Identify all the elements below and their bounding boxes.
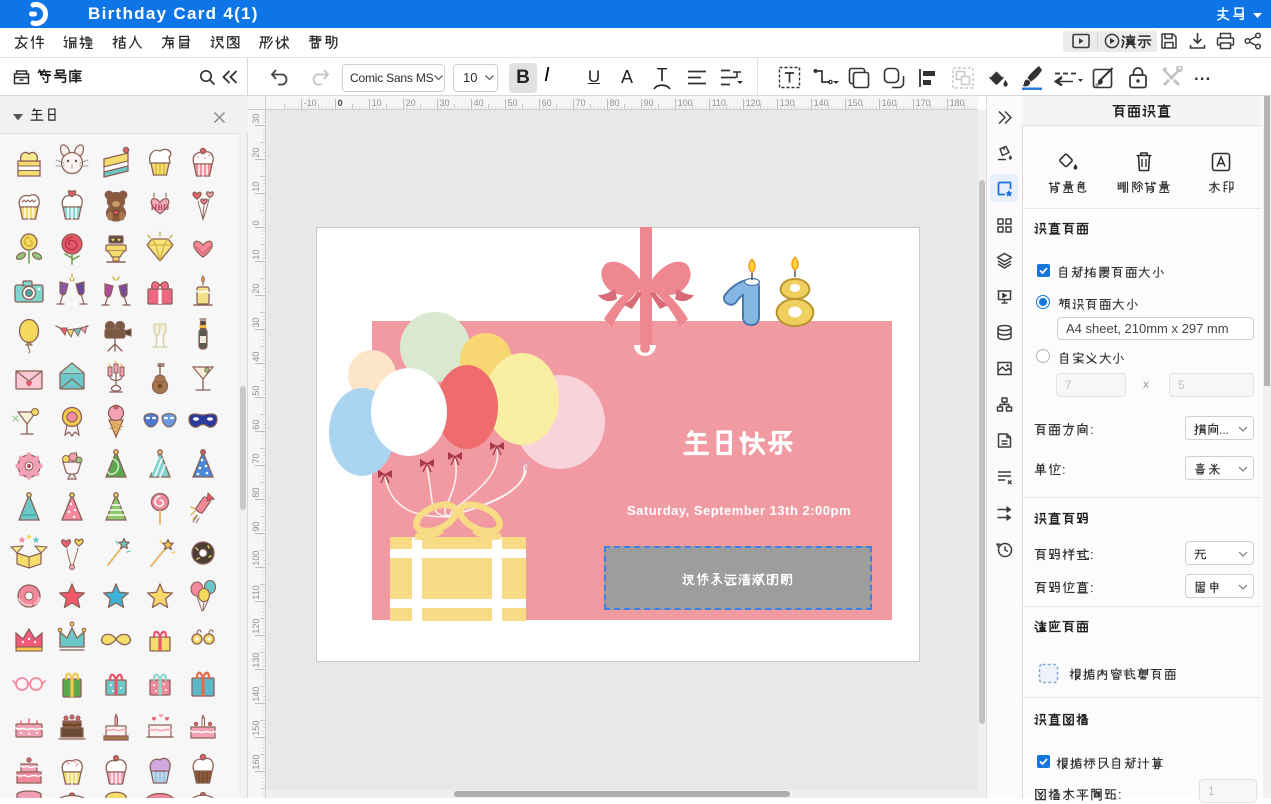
svg-text:140: 140 (251, 687, 261, 702)
svg-text:70: 70 (251, 454, 261, 464)
svg-text:120: 120 (251, 619, 261, 634)
svg-text:20: 20 (251, 148, 261, 158)
svg-text:150: 150 (251, 721, 261, 736)
svg-text:50: 50 (251, 386, 261, 396)
svg-text:180: 180 (950, 98, 965, 108)
svg-text:130: 130 (780, 98, 795, 108)
svg-text:50: 50 (508, 98, 518, 108)
svg-text:30: 30 (251, 318, 261, 328)
svg-text:80: 80 (251, 488, 261, 498)
svg-text:160: 160 (251, 755, 261, 770)
svg-text:90: 90 (251, 522, 261, 532)
svg-text:100: 100 (678, 98, 693, 108)
svg-text:60: 60 (251, 420, 261, 430)
svg-text:40: 40 (251, 352, 261, 362)
svg-text:60: 60 (542, 98, 552, 108)
svg-text:20: 20 (406, 98, 416, 108)
svg-text:140: 140 (814, 98, 829, 108)
svg-text:120: 120 (746, 98, 761, 108)
svg-text:110: 110 (712, 98, 726, 108)
svg-text:-10: -10 (304, 98, 317, 108)
svg-text:80: 80 (610, 98, 620, 108)
svg-text:130: 130 (251, 653, 261, 668)
svg-text:170: 170 (916, 98, 931, 108)
svg-text:110: 110 (251, 585, 261, 599)
svg-text:10: 10 (251, 182, 261, 192)
svg-text:20: 20 (251, 284, 261, 294)
svg-text:HBD: HBD (151, 202, 169, 212)
svg-text:30: 30 (440, 98, 450, 108)
svg-text:90: 90 (644, 98, 654, 108)
svg-text:40: 40 (474, 98, 484, 108)
svg-text:10: 10 (251, 250, 261, 260)
svg-text:160: 160 (882, 98, 897, 108)
svg-text:10: 10 (372, 98, 382, 108)
svg-text:30: 30 (251, 114, 261, 124)
svg-text:100: 100 (251, 551, 261, 566)
svg-text:0: 0 (338, 98, 343, 108)
svg-text:0: 0 (251, 221, 261, 226)
svg-text:70: 70 (576, 98, 586, 108)
svg-text:150: 150 (848, 98, 863, 108)
